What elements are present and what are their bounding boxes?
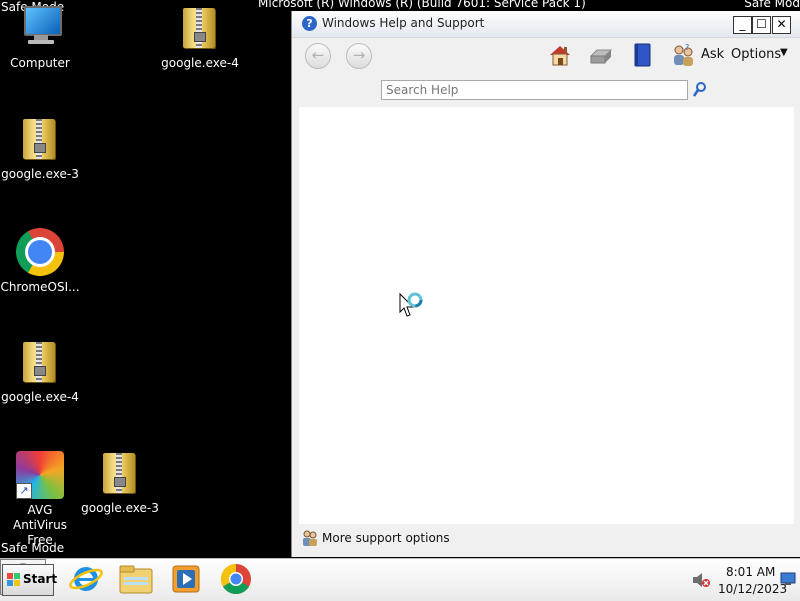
desktop-icon-google-exe-4[interactable]: google.exe-4 bbox=[160, 4, 240, 71]
desktop-icon-computer[interactable]: Computer bbox=[0, 4, 80, 71]
volume-muted-icon[interactable] bbox=[692, 572, 710, 588]
clock-date[interactable]: 10/12/2023 bbox=[718, 582, 787, 596]
print-icon[interactable] bbox=[588, 42, 614, 68]
chrome-icon[interactable] bbox=[216, 561, 256, 597]
status-footer: More support options bbox=[292, 526, 800, 556]
desktop-icon-label: google.exe-3 bbox=[1, 167, 79, 181]
busy-cursor-icon bbox=[399, 292, 423, 317]
window-title: Windows Help and Support bbox=[322, 16, 485, 30]
start-label: Start bbox=[23, 572, 58, 586]
build-banner: Microsoft (R) Windows (R) (Build 7601: S… bbox=[258, 0, 586, 10]
title-bar[interactable]: ? Windows Help and Support _ ☐ ✕ bbox=[292, 11, 800, 38]
network-monitor-icon[interactable] bbox=[780, 572, 796, 586]
avg-icon: ↗ bbox=[16, 451, 64, 499]
forward-button[interactable]: → bbox=[346, 43, 372, 69]
desktop-icon-label: google.exe-4 bbox=[161, 56, 239, 70]
desktop-icon-label: AVG AntiVirus Free bbox=[13, 503, 67, 547]
home-icon[interactable] bbox=[547, 42, 573, 68]
zip-folder-icon bbox=[96, 449, 144, 497]
zip-folder-icon bbox=[16, 338, 64, 386]
media-player-icon[interactable] bbox=[166, 561, 206, 597]
help-and-support-window: ? Windows Help and Support _ ☐ ✕ ← → ? A… bbox=[291, 11, 800, 557]
desktop-icon-label: google.exe-4 bbox=[1, 390, 79, 404]
more-support-options-link[interactable]: More support options bbox=[322, 531, 450, 545]
computer-icon bbox=[16, 4, 64, 52]
desktop-icon-avg-antivirus[interactable]: ↗ AVG AntiVirus Free bbox=[0, 451, 80, 548]
desktop-icon-google-exe-3-b[interactable]: google.exe-3 bbox=[80, 449, 160, 516]
back-button[interactable]: ← bbox=[305, 43, 331, 69]
help-icon: ? bbox=[302, 16, 317, 31]
search-input[interactable] bbox=[381, 80, 688, 100]
help-content-area[interactable] bbox=[299, 107, 794, 524]
options-menu[interactable]: Options bbox=[731, 47, 781, 62]
toolbar: ← → ? Ask Options ▼ bbox=[292, 38, 800, 78]
desktop-icon-chromeosi[interactable]: ChromeOSI... bbox=[0, 228, 80, 295]
maximize-button[interactable]: ☐ bbox=[752, 16, 771, 34]
ask-people-icon[interactable]: ? bbox=[670, 42, 696, 68]
search-row bbox=[292, 79, 800, 103]
start-button[interactable]: Start bbox=[2, 564, 58, 596]
zip-folder-icon bbox=[176, 4, 224, 52]
safe-mode-label-top-right: Safe Mod bbox=[744, 0, 800, 10]
desktop-icon-label: google.exe-3 bbox=[81, 501, 159, 515]
windows-explorer-icon[interactable] bbox=[116, 561, 156, 597]
search-icon[interactable] bbox=[692, 81, 708, 99]
support-people-icon[interactable] bbox=[301, 529, 319, 547]
desktop-icon-google-exe-4-b[interactable]: google.exe-4 bbox=[0, 338, 80, 405]
zip-folder-icon bbox=[16, 115, 64, 163]
close-button[interactable]: ✕ bbox=[772, 16, 791, 34]
browse-help-book-icon[interactable] bbox=[629, 42, 655, 68]
shortcut-arrow-icon: ↗ bbox=[16, 483, 32, 499]
clock-time[interactable]: 8:01 AM bbox=[726, 565, 775, 579]
desktop-icon-label: Computer bbox=[10, 56, 70, 70]
desktop-icon-label: ChromeOSI... bbox=[0, 280, 80, 294]
ask-button[interactable]: Ask bbox=[701, 47, 724, 62]
desktop-icon-google-exe-3[interactable]: google.exe-3 bbox=[0, 115, 80, 182]
minimize-button[interactable]: _ bbox=[733, 16, 752, 34]
internet-explorer-icon[interactable] bbox=[66, 561, 106, 597]
windows-logo-icon bbox=[7, 573, 20, 586]
system-tray: 8:01 AM 10/12/2023 bbox=[686, 560, 800, 600]
chevron-down-icon[interactable]: ▼ bbox=[780, 47, 788, 58]
chrome-icon bbox=[16, 228, 64, 276]
taskbar: Start ? 8:01 AM bbox=[0, 558, 800, 601]
desktop: Safe Mode Microsoft (R) Windows (R) (Bui… bbox=[0, 0, 800, 558]
svg-text:?: ? bbox=[685, 43, 689, 52]
